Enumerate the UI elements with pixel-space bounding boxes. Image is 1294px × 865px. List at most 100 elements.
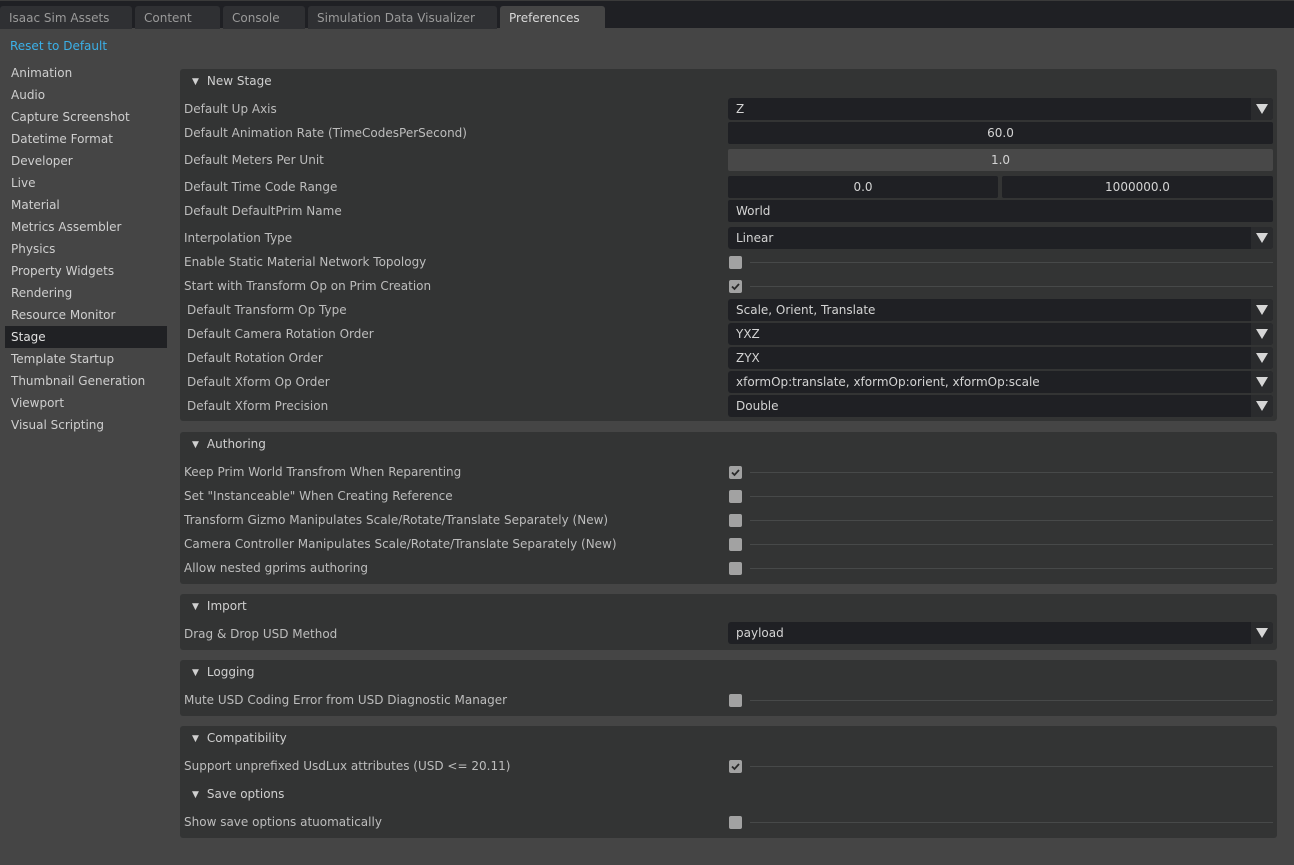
setting-label: Default Time Code Range (184, 180, 338, 194)
rotation-order-dropdown[interactable]: ZYX (728, 347, 1273, 369)
tab-label: Console (232, 11, 280, 25)
camera-controller-separate-checkbox[interactable] (729, 538, 742, 551)
nested-gprims-checkbox[interactable] (729, 562, 742, 575)
preferences-sidebar: Animation Audio Capture Screenshot Datet… (5, 62, 167, 436)
dropdown-value: ZYX (736, 351, 760, 365)
row-default-meters-per-unit: Default Meters Per Unit 1.0 (180, 148, 1277, 172)
divider (750, 822, 1273, 823)
sidebar-item-stage[interactable]: Stage (5, 326, 167, 348)
time-code-end-field[interactable]: 1000000.0 (1002, 176, 1273, 198)
group-header-compatibility[interactable]: ▼ Compatibility (192, 728, 287, 748)
row-camera-rotation-order: Default Camera Rotation Order YXZ (180, 322, 1277, 346)
group-compatibility: ▼ Compatibility Support unprefixed UsdLux… (180, 726, 1277, 838)
dropdown-arrow-icon (1251, 622, 1273, 644)
up-axis-dropdown[interactable]: Z (728, 98, 1273, 120)
meters-per-unit-field[interactable]: 1.0 (728, 149, 1273, 171)
setting-label: Default Rotation Order (187, 351, 323, 365)
sidebar-item-audio[interactable]: Audio (5, 84, 167, 106)
sidebar-item-rendering[interactable]: Rendering (5, 282, 167, 304)
setting-label: Set "Instanceable" When Creating Referen… (184, 489, 453, 503)
dropdown-arrow-icon (1251, 395, 1273, 417)
sidebar-item-viewport[interactable]: Viewport (5, 392, 167, 414)
tab-isaac-sim-assets[interactable]: Isaac Sim Assets (0, 6, 132, 29)
row-default-animation-rate: Default Animation Rate (TimeCodesPerSeco… (180, 121, 1277, 145)
group-header-logging[interactable]: ▼ Logging (192, 662, 255, 682)
unprefixed-usdlux-checkbox[interactable] (729, 760, 742, 773)
collapse-triangle-icon: ▼ (192, 668, 199, 678)
sidebar-item-physics[interactable]: Physics (5, 238, 167, 260)
sidebar-item-visual-scripting[interactable]: Visual Scripting (5, 414, 167, 436)
group-title: Compatibility (206, 731, 287, 745)
sidebar-item-capture-screenshot[interactable]: Capture Screenshot (5, 106, 167, 128)
drag-drop-method-dropdown[interactable]: payload (728, 622, 1273, 644)
group-title: Save options (206, 787, 285, 801)
setting-label: Default Xform Op Order (187, 375, 330, 389)
group-header-import[interactable]: ▼ Import (192, 596, 247, 616)
group-header-save-options[interactable]: ▼ Save options (192, 784, 284, 804)
group-title: Logging (206, 665, 255, 679)
camera-rotation-order-dropdown[interactable]: YXZ (728, 323, 1273, 345)
row-keep-world-transform: Keep Prim World Transfrom When Reparenti… (180, 460, 1277, 484)
setting-label: Default Animation Rate (TimeCodesPerSeco… (184, 126, 467, 140)
sidebar-item-live[interactable]: Live (5, 172, 167, 194)
tab-simulation-data-visualizer[interactable]: Simulation Data Visualizer (308, 6, 497, 29)
row-default-up-axis: Default Up Axis Z (180, 97, 1277, 121)
setting-label: Show save options atuomatically (184, 815, 382, 829)
sidebar-item-resource-monitor[interactable]: Resource Monitor (5, 304, 167, 326)
keep-world-transform-checkbox[interactable] (729, 466, 742, 479)
reset-to-default-link[interactable]: Reset to Default (10, 39, 107, 53)
group-import: ▼ Import Drag & Drop USD Method payload (180, 594, 1277, 650)
sidebar-item-property-widgets[interactable]: Property Widgets (5, 260, 167, 282)
time-code-start-field[interactable]: 0.0 (728, 176, 998, 198)
setting-label: Transform Gizmo Manipulates Scale/Rotate… (184, 513, 609, 527)
sidebar-item-datetime-format[interactable]: Datetime Format (5, 128, 167, 150)
row-default-time-code-range: Default Time Code Range 0.0 1000000.0 (180, 175, 1277, 199)
setting-label: Keep Prim World Transfrom When Reparenti… (184, 465, 462, 479)
animation-rate-field[interactable]: 60.0 (728, 122, 1273, 144)
default-prim-name-input[interactable]: World (728, 200, 1273, 222)
divider (750, 568, 1273, 569)
sidebar-item-developer[interactable]: Developer (5, 150, 167, 172)
divider (750, 496, 1273, 497)
tab-preferences[interactable]: Preferences (500, 6, 605, 29)
checkmark-icon (731, 469, 740, 477)
mute-usd-coding-error-checkbox[interactable] (729, 694, 742, 707)
xform-op-order-dropdown[interactable]: xformOp:translate, xformOp:orient, xform… (728, 371, 1273, 393)
dropdown-value: Scale, Orient, Translate (736, 303, 876, 317)
sidebar-item-animation[interactable]: Animation (5, 62, 167, 84)
setting-label: Default DefaultPrim Name (184, 204, 342, 218)
group-header-authoring[interactable]: ▼ Authoring (192, 434, 266, 454)
group-logging: ▼ Logging Mute USD Coding Error from USD … (180, 660, 1277, 716)
show-save-options-checkbox[interactable] (729, 816, 742, 829)
row-mute-usd-coding-error: Mute USD Coding Error from USD Diagnosti… (180, 688, 1277, 712)
checkmark-icon (731, 283, 740, 291)
group-authoring: ▼ Authoring Keep Prim World Transfrom Whe… (180, 432, 1277, 584)
sidebar-item-template-startup[interactable]: Template Startup (5, 348, 167, 370)
sidebar-item-thumbnail-generation[interactable]: Thumbnail Generation (5, 370, 167, 392)
group-header-new-stage[interactable]: ▼ New Stage (192, 71, 272, 91)
dropdown-arrow-icon (1251, 227, 1273, 249)
setting-label: Drag & Drop USD Method (184, 627, 338, 641)
divider (750, 286, 1273, 287)
dropdown-arrow-icon (1251, 371, 1273, 393)
transform-op-type-dropdown[interactable]: Scale, Orient, Translate (728, 299, 1273, 321)
setting-label: Mute USD Coding Error from USD Diagnosti… (184, 693, 508, 707)
tab-bar: Isaac Sim Assets Content Console Simulat… (0, 0, 1294, 29)
transform-op-on-creation-checkbox[interactable] (729, 280, 742, 293)
tab-content[interactable]: Content (135, 6, 220, 29)
row-default-transform-op-type: Default Transform Op Type Scale, Orient,… (180, 298, 1277, 322)
tab-label: Content (144, 11, 192, 25)
static-material-checkbox[interactable] (729, 256, 742, 269)
set-instanceable-checkbox[interactable] (729, 490, 742, 503)
interpolation-type-dropdown[interactable]: Linear (728, 227, 1273, 249)
gizmo-separate-checkbox[interactable] (729, 514, 742, 527)
dropdown-value: xformOp:translate, xformOp:orient, xform… (736, 375, 1040, 389)
dropdown-value: Z (736, 102, 745, 116)
sidebar-item-material[interactable]: Material (5, 194, 167, 216)
group-new-stage: ▼ New Stage Default Up Axis Z Default Ani… (180, 69, 1277, 421)
sidebar-item-metrics-assembler[interactable]: Metrics Assembler (5, 216, 167, 238)
tab-console[interactable]: Console (223, 6, 305, 29)
xform-precision-dropdown[interactable]: Double (728, 395, 1273, 417)
dropdown-value: Linear (736, 231, 774, 245)
row-show-save-options: Show save options atuomatically (180, 810, 1277, 834)
